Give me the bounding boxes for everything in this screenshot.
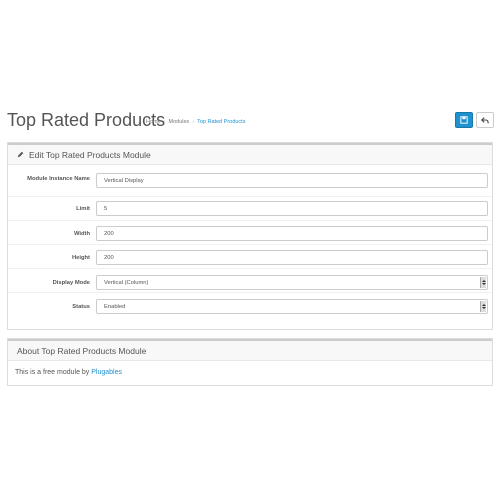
breadcrumb-modules[interactable]: Modules (169, 119, 190, 125)
edit-module-panel: Edit Top Rated Products Module Module In… (7, 142, 493, 330)
display-mode-value: Vertical (Column) (104, 279, 149, 286)
save-button[interactable] (455, 112, 473, 128)
form-row-status: Status Enabled (8, 293, 492, 317)
pencil-icon (17, 151, 24, 158)
form-row-display-mode: Display Mode Vertical (Column) (8, 269, 492, 293)
limit-input[interactable]: 5 (96, 201, 488, 216)
about-panel-body: This is a free module by Plugables (8, 361, 492, 384)
status-value: Enabled (104, 303, 126, 310)
about-panel-heading: About Top Rated Products Module (8, 339, 492, 361)
about-module-panel: About Top Rated Products Module This is … (7, 338, 493, 386)
edit-panel-title: Edit Top Rated Products Module (29, 149, 151, 160)
breadcrumb-current[interactable]: Top Rated Products (197, 119, 245, 125)
about-panel-title: About Top Rated Products Module (17, 345, 147, 356)
breadcrumb-separator: › (192, 119, 195, 125)
display-mode-select[interactable]: Vertical (Column) (96, 275, 488, 290)
status-select[interactable]: Enabled (96, 299, 488, 314)
limit-label: Limit (76, 206, 90, 212)
edit-panel-heading: Edit Top Rated Products Module (8, 143, 492, 165)
breadcrumb: Home › Modules › Top Rated Products (146, 119, 245, 125)
reply-icon (481, 117, 489, 124)
module-name-label: Module Instance Name (27, 176, 90, 182)
height-label: Height (71, 255, 90, 261)
page-title: Top Rated Products (7, 110, 166, 130)
select-arrows-icon (480, 277, 486, 288)
select-arrows-icon (480, 301, 486, 312)
back-button[interactable] (476, 112, 494, 128)
breadcrumb-home[interactable]: Home (146, 119, 161, 125)
plugables-link[interactable]: Plugables (91, 369, 122, 376)
form-row-height: Height 200 (8, 245, 492, 269)
height-input[interactable]: 200 (96, 250, 488, 265)
width-label: Width (73, 231, 90, 237)
about-text: This is a free module by (15, 369, 90, 376)
form-row-name: Module Instance Name Vertical Display (8, 166, 492, 197)
display-mode-label: Display Mode (52, 280, 90, 286)
module-name-input[interactable]: Vertical Display (96, 173, 488, 188)
page-header: Top Rated Products Home › Modules › Top Rate… (7, 108, 494, 134)
width-input[interactable]: 200 (96, 226, 488, 241)
breadcrumb-separator: › (163, 119, 166, 125)
form-row-limit: Limit 5 (8, 197, 492, 221)
status-label: Status (72, 304, 90, 310)
form-row-width: Width 200 (8, 221, 492, 245)
save-icon (460, 116, 468, 124)
